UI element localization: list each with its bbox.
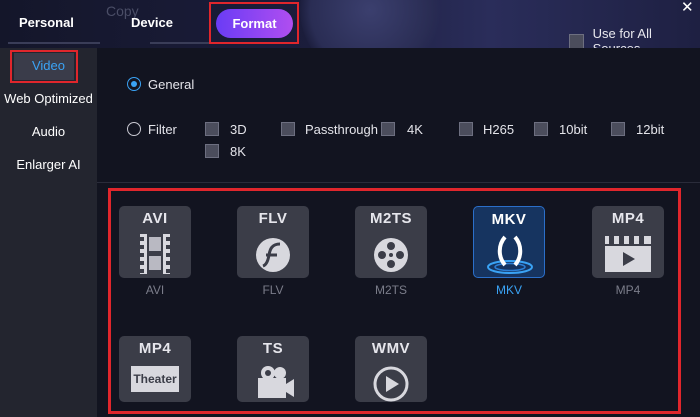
filter-passthrough-label: Passthrough (305, 122, 378, 137)
use-for-all-sources[interactable]: Use for All Sources (569, 26, 700, 48)
filter-4k-checkbox[interactable] (381, 122, 395, 136)
format-tab-highlight (209, 2, 299, 44)
general-radio[interactable] (127, 77, 141, 91)
filter-h265-label: H265 (483, 122, 515, 137)
header-decoration (300, 0, 440, 48)
sidebar-item-audio[interactable]: Audio (0, 124, 97, 139)
filter-4k-label: 4K (407, 122, 423, 137)
tab-device[interactable]: Device (131, 15, 173, 30)
filter-h265-checkbox[interactable] (459, 122, 473, 136)
close-icon[interactable]: ✕ (681, 0, 694, 16)
video-item-highlight (10, 50, 78, 83)
filter-8k-label: 8K (230, 144, 246, 159)
filter-radio[interactable] (127, 122, 141, 136)
filter-10bit-checkbox[interactable] (534, 122, 548, 136)
tab-personal[interactable]: Personal (19, 15, 74, 30)
filter-8k-checkbox[interactable] (205, 144, 219, 158)
filter-3d-checkbox[interactable] (205, 122, 219, 136)
ghost-underline (8, 42, 100, 44)
filter-passthrough-checkbox[interactable] (281, 122, 295, 136)
sidebar-item-web-optimized[interactable]: Web Optimized (0, 91, 97, 106)
filter-12bit-checkbox[interactable] (611, 122, 625, 136)
filter-10bit-label: 10bit (559, 122, 588, 137)
filter-12bit-label: 12bit (636, 122, 665, 137)
top-bar: Copy Personal Device Format ✕ Use for Al… (0, 0, 700, 48)
sidebar-item-enlarger-ai[interactable]: Enlarger AI (0, 157, 97, 172)
filter-3d-label: 3D (230, 122, 247, 137)
filter-label: Filter (148, 122, 177, 137)
format-grid-highlight (108, 188, 681, 414)
general-label: General (148, 77, 195, 92)
use-all-sources-label: Use for All Sources (592, 26, 652, 48)
use-all-sources-checkbox[interactable] (569, 33, 584, 48)
